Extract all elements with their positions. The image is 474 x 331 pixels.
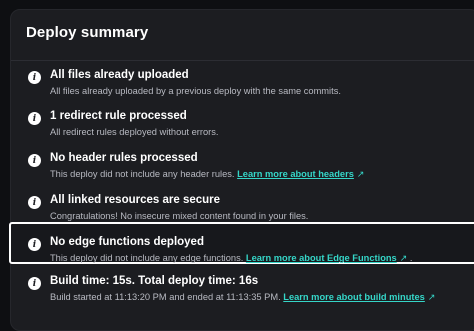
external-link-icon: ↗ xyxy=(427,292,436,302)
summary-item-files: i All files already uploaded All files a… xyxy=(11,68,474,108)
summary-item-build-time: i Build time: 15s. Total deploy time: 16… xyxy=(11,274,474,314)
info-icon: i xyxy=(28,154,41,167)
divider xyxy=(11,60,474,61)
item-description: All redirect rules deployed without erro… xyxy=(50,127,219,137)
item-description: This deploy did not include any header r… xyxy=(50,169,365,179)
learn-more-edge-functions-link[interactable]: Learn more about Edge Functions xyxy=(246,253,397,263)
info-icon: i xyxy=(28,238,41,251)
item-description: All files already uploaded by a previous… xyxy=(50,86,341,96)
item-heading: All linked resources are secure xyxy=(50,194,221,206)
info-icon: i xyxy=(28,196,41,209)
learn-more-headers-link[interactable]: Learn more about headers xyxy=(237,169,354,179)
item-heading: 1 redirect rule processed xyxy=(50,110,187,122)
card-title: Deploy summary xyxy=(26,24,149,41)
info-icon: i xyxy=(28,71,41,84)
item-description: Congratulations! No insecure mixed conte… xyxy=(50,211,309,221)
external-link-icon: ↗ xyxy=(356,169,365,179)
summary-item-redirects: i 1 redirect rule processed All redirect… xyxy=(11,109,474,149)
item-description: This deploy did not include any edge fun… xyxy=(50,253,413,263)
deploy-summary-card: Deploy summary i All files already uploa… xyxy=(9,9,474,331)
item-heading: All files already uploaded xyxy=(50,69,189,81)
info-icon: i xyxy=(28,112,41,125)
summary-item-headers: i No header rules processed This deploy … xyxy=(11,151,474,191)
external-link-icon: ↗ xyxy=(399,253,408,263)
item-heading: No edge functions deployed xyxy=(50,236,204,248)
item-description: Build started at 11:13:20 PM and ended a… xyxy=(50,292,436,302)
summary-item-edge-functions: i No edge functions deployed This deploy… xyxy=(11,235,474,275)
item-heading: No header rules processed xyxy=(50,152,198,164)
learn-more-build-minutes-link[interactable]: Learn more about build minutes xyxy=(283,292,425,302)
info-icon: i xyxy=(28,277,41,290)
summary-item-security: i All linked resources are secure Congra… xyxy=(11,193,474,233)
item-heading: Build time: 15s. Total deploy time: 16s xyxy=(50,275,259,287)
